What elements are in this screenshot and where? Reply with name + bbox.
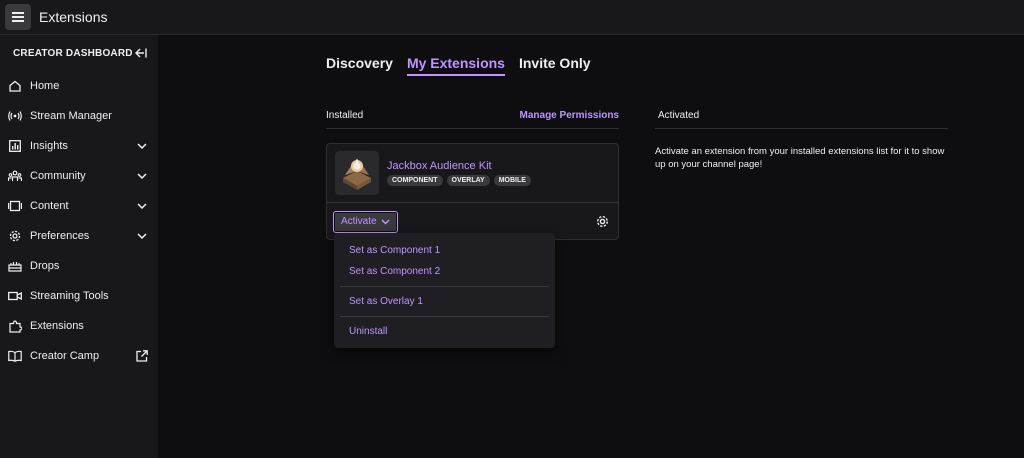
community-icon	[8, 169, 22, 183]
hamburger-menu-button[interactable]	[5, 4, 31, 30]
extension-name-link[interactable]: Jackbox Audience Kit	[387, 160, 531, 172]
menu-item-set-component-2[interactable]: Set as Component 2	[334, 261, 555, 282]
sidebar-item-insights[interactable]: Insights	[0, 131, 158, 161]
extension-card: Jackbox Audience Kit COMPONENT OVERLAY M…	[326, 143, 619, 240]
tab-my-extensions[interactable]: My Extensions	[406, 55, 505, 76]
sidebar-item-label: Extensions	[30, 320, 84, 332]
sidebar-heading: CREATOR DASHBOARD	[13, 47, 133, 59]
chevron-down-icon	[136, 170, 148, 182]
activate-label: Activate	[341, 216, 377, 227]
tag-badge: MOBILE	[493, 175, 531, 186]
gear-icon	[596, 215, 608, 228]
sidebar: CREATOR DASHBOARD Home Stream Manager In…	[0, 35, 158, 458]
activated-empty-message: Activate an extension from your installe…	[655, 146, 945, 170]
sidebar-item-label: Preferences	[30, 230, 90, 242]
sidebar-item-label: Stream Manager	[30, 110, 112, 122]
manage-permissions-link[interactable]: Manage Permissions	[520, 110, 619, 128]
drops-icon	[8, 259, 22, 273]
extension-thumbnail	[335, 151, 379, 195]
main-content: Discovery My Extensions Invite Only Inst…	[158, 35, 1024, 458]
tab-bar: Discovery My Extensions Invite Only	[326, 55, 591, 76]
sidebar-item-community[interactable]: Community	[0, 161, 158, 191]
sidebar-item-label: Home	[30, 80, 60, 92]
sidebar-header: CREATOR DASHBOARD	[0, 35, 158, 71]
menu-item-set-overlay-1[interactable]: Set as Overlay 1	[334, 291, 555, 312]
gear-icon	[8, 229, 22, 243]
external-link-icon	[136, 350, 148, 362]
activated-heading: Activated	[658, 110, 700, 121]
menu-item-uninstall[interactable]: Uninstall	[334, 321, 555, 342]
top-bar: Extensions	[0, 0, 1024, 35]
sidebar-item-label: Community	[30, 170, 86, 182]
tab-discovery[interactable]: Discovery	[326, 55, 393, 76]
chevron-down-icon	[381, 218, 390, 225]
tag-badge: OVERLAY	[446, 175, 490, 186]
puzzle-icon	[8, 319, 22, 333]
activate-dropdown-menu: Set as Component 1 Set as Component 2 Se…	[334, 233, 555, 348]
chevron-down-icon	[136, 200, 148, 212]
extension-tags: COMPONENT OVERLAY MOBILE	[387, 175, 531, 186]
sidebar-item-streaming-tools[interactable]: Streaming Tools	[0, 281, 158, 311]
sidebar-item-home[interactable]: Home	[0, 71, 158, 101]
chevron-down-icon	[136, 230, 148, 242]
sidebar-item-creator-camp[interactable]: Creator Camp	[0, 341, 158, 371]
chart-icon	[8, 139, 22, 153]
tag-badge: COMPONENT	[387, 175, 443, 186]
camera-icon	[8, 289, 22, 303]
home-icon	[8, 79, 22, 93]
menu-item-set-component-1[interactable]: Set as Component 1	[334, 240, 555, 261]
sidebar-item-label: Creator Camp	[30, 350, 100, 362]
content-icon	[8, 199, 22, 213]
sidebar-item-preferences[interactable]: Preferences	[0, 221, 158, 251]
chevron-down-icon	[136, 140, 148, 152]
installed-section-header: Installed Manage Permissions	[326, 110, 619, 129]
book-icon	[8, 349, 22, 363]
activated-section-header: Activated	[655, 110, 948, 129]
sidebar-item-extensions[interactable]: Extensions	[0, 311, 158, 341]
sidebar-item-label: Insights	[30, 140, 68, 152]
sidebar-item-label: Drops	[30, 260, 60, 272]
tab-invite-only[interactable]: Invite Only	[519, 55, 591, 76]
sidebar-item-stream-manager[interactable]: Stream Manager	[0, 101, 158, 131]
sidebar-item-drops[interactable]: Drops	[0, 251, 158, 281]
hamburger-icon	[12, 12, 24, 22]
sidebar-item-label: Streaming Tools	[30, 290, 109, 302]
page-title: Extensions	[39, 9, 108, 25]
installed-heading: Installed	[326, 110, 364, 121]
activate-button[interactable]: Activate	[333, 210, 398, 233]
menu-divider	[340, 286, 549, 287]
collapse-sidebar-icon[interactable]	[135, 48, 147, 58]
sidebar-item-content[interactable]: Content	[0, 191, 158, 221]
broadcast-icon	[8, 109, 22, 123]
sidebar-item-label: Content	[30, 200, 69, 212]
menu-divider	[340, 316, 549, 317]
extension-settings-button[interactable]	[595, 215, 609, 229]
